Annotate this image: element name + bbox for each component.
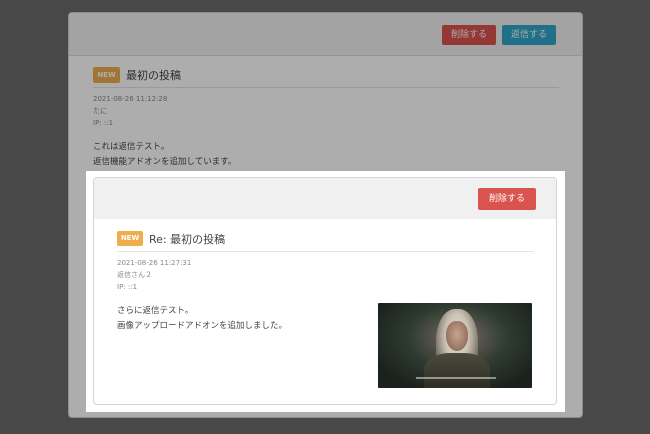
reply-post-body: さらに返信テスト。 画像アップロードアドオンを追加しました。 [117,304,287,334]
photo-figure [424,353,490,388]
post-author: 返信さん２ [117,271,152,279]
post-ip: IP: ::1 [117,283,138,291]
new-badge: NEW [117,231,143,246]
reply-post-title: Re: 最初の投稿 [149,233,226,246]
reply-post-header: 削除する [94,178,556,219]
reply-post-card: 削除する NEW Re: 最初の投稿 2021-08-26 11:27:31 返… [93,177,557,405]
reply-delete-button[interactable]: 削除する [478,188,537,210]
reply-title-row: NEW Re: 最初の投稿 [117,230,534,252]
photo-face [446,321,468,351]
attached-image[interactable] [378,303,532,388]
highlight-frame: 削除する NEW Re: 最初の投稿 2021-08-26 11:27:31 返… [86,171,565,412]
reply-post-meta: 2021-08-26 11:27:31 返信さん２ IP: ::1 [117,257,191,293]
photo-subtitle-line [416,377,496,379]
post-body-line: 画像アップロードアドオンを追加しました。 [117,321,288,331]
post-datetime: 2021-08-26 11:27:31 [117,259,192,267]
post-body-line: さらに返信テスト。 [117,306,194,316]
